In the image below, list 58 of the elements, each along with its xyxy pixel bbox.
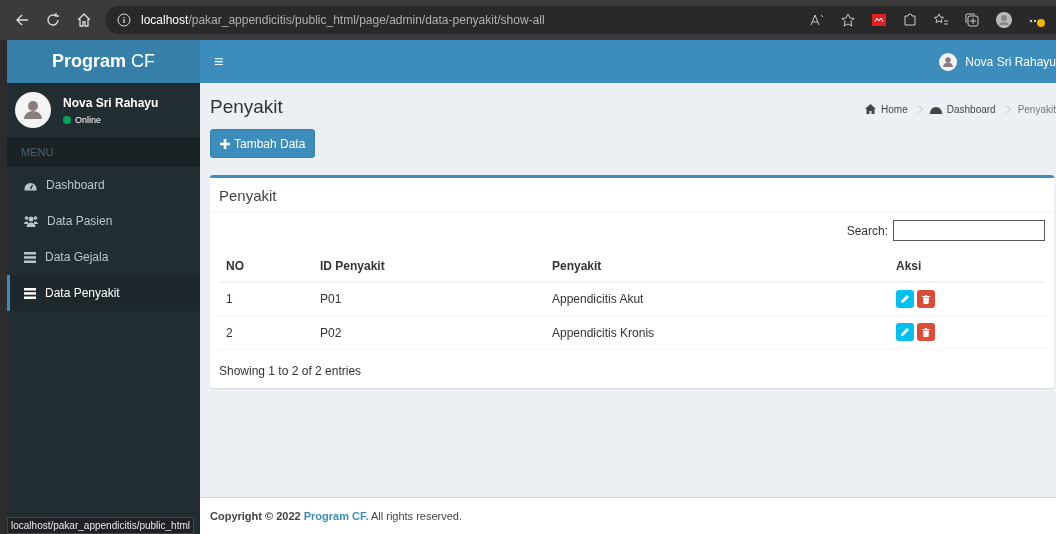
status-url: localhost/pakar_appendicitis/public_html: [7, 517, 194, 534]
add-data-button[interactable]: Tambah Data: [210, 129, 316, 158]
pencil-icon: [901, 328, 909, 336]
address-bar[interactable]: localhost/pakar_appendicitis/public_html/page/admin/data-penyakit/show-all: [105, 6, 1056, 34]
column-header[interactable]: Penyakit: [545, 251, 889, 282]
home-icon[interactable]: [76, 12, 92, 28]
extension-icon[interactable]: [871, 12, 887, 28]
table-cell: Appendicitis Kronis: [545, 316, 889, 349]
pencil-icon: [901, 295, 909, 303]
column-header[interactable]: NO: [219, 251, 313, 282]
user-menu[interactable]: Nova Sri Rahayu: [939, 52, 1056, 71]
footer-link[interactable]: Program CF.: [303, 510, 369, 522]
table-cell: P01: [313, 282, 545, 316]
sidebar-item[interactable]: Dashboard: [4, 167, 200, 203]
avatar-icon: [939, 52, 958, 71]
dashboard-icon: [929, 104, 942, 114]
refresh-icon[interactable]: [45, 12, 61, 28]
collections-icon[interactable]: [964, 12, 980, 28]
menu-toggle[interactable]: ≡: [214, 52, 224, 71]
back-icon[interactable]: [14, 12, 30, 28]
plus-icon: [220, 138, 230, 149]
breadcrumb-link[interactable]: Home: [865, 103, 908, 115]
table-cell: 1: [219, 282, 313, 316]
search-field[interactable]: [893, 220, 1045, 241]
status-text: Online: [75, 114, 101, 125]
favorite-add-icon[interactable]: [840, 12, 856, 28]
logo[interactable]: Program CF: [7, 40, 200, 83]
url-text: localhost/pakar_appendicitis/public_html/page/admin/data-penyakit/show-all: [141, 13, 545, 27]
profile-icon[interactable]: [995, 11, 1013, 29]
page-title: Penyakit: [210, 96, 283, 118]
trash-icon: [922, 294, 930, 304]
users-icon: [24, 215, 38, 227]
search-label: Search:: [846, 223, 888, 238]
home-icon: [865, 104, 877, 114]
breadcrumb-current: Penyakit: [1017, 103, 1056, 115]
card-title: Penyakit: [219, 186, 277, 204]
table-cell: P02: [313, 316, 545, 349]
delete-button[interactable]: [917, 290, 935, 308]
trash-icon: [922, 327, 930, 337]
list-icon: [24, 251, 36, 263]
user-name: Nova Sri Rahayu: [63, 95, 159, 110]
sidebar-item[interactable]: Data Gejala: [4, 239, 200, 275]
sidebar-item[interactable]: Data Pasien: [4, 203, 200, 239]
table-cell: Appendicitis Akut: [545, 282, 889, 316]
favorites-icon[interactable]: [933, 12, 949, 28]
list-icon: [24, 287, 36, 299]
entries-info: Showing 1 to 2 of 2 entries: [219, 363, 363, 378]
table-cell: 2: [219, 316, 313, 349]
read-aloud-icon[interactable]: [809, 12, 825, 28]
avatar-icon: [15, 92, 51, 128]
menu-header: MENU: [21, 146, 54, 158]
sidebar-item[interactable]: Data Penyakit: [7, 275, 200, 311]
column-header[interactable]: Aksi: [889, 251, 1045, 282]
delete-button[interactable]: [917, 323, 935, 341]
breadcrumb-link[interactable]: Dashboard: [929, 103, 996, 115]
copyright-text: Copyright © 2022 Program CF. All rights reserved.: [210, 510, 463, 522]
info-icon: [117, 13, 131, 27]
column-header[interactable]: ID Penyakit: [313, 251, 545, 282]
